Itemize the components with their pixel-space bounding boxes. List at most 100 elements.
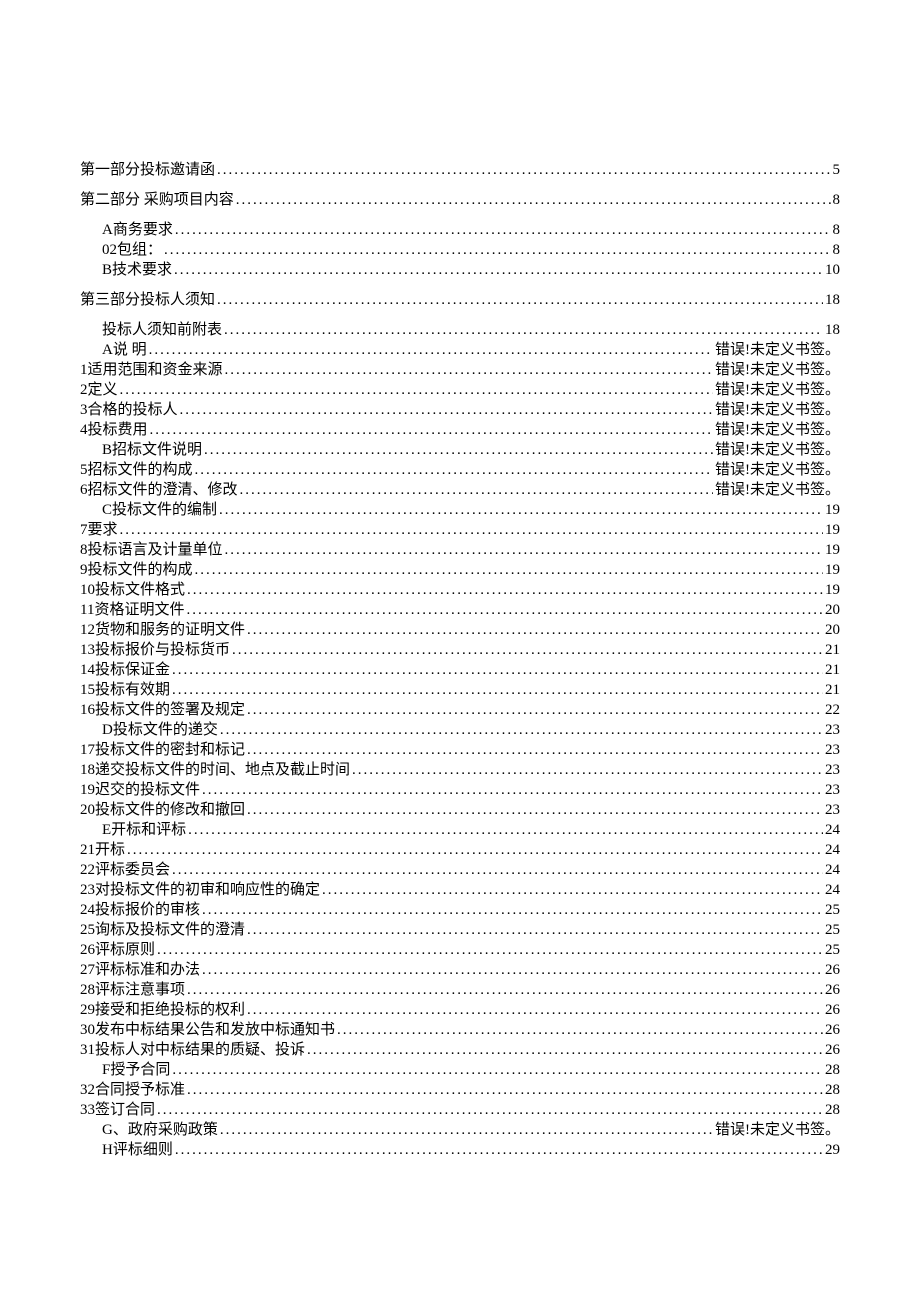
toc-entry[interactable]: 27评标标准和办法26 (80, 960, 840, 980)
toc-page: 19 (825, 560, 840, 580)
toc-leader-dots (225, 540, 823, 560)
toc-leader-dots (172, 1060, 823, 1080)
toc-entry[interactable]: 32合同授予标准28 (80, 1080, 840, 1100)
toc-leader-dots (174, 260, 823, 280)
toc-label: 5招标文件的构成 (80, 460, 193, 480)
toc-label: C投标文件的编制 (102, 500, 217, 520)
toc-leader-dots (352, 760, 823, 780)
toc-leader-dots (220, 720, 823, 740)
toc-entry[interactable]: 12货物和服务的证明文件20 (80, 620, 840, 640)
toc-entry[interactable]: 6招标文件的澄清、修改错误!未定义书签。 (80, 480, 840, 500)
toc-entry[interactable]: B招标文件说明错误!未定义书签。 (80, 440, 840, 460)
toc-label: A商务要求 (102, 220, 173, 240)
toc-entry[interactable]: 投标人须知前附表18 (80, 320, 840, 340)
toc-entry[interactable]: D投标文件的递交23 (80, 720, 840, 740)
toc-page: 20 (825, 600, 840, 620)
toc-leader-dots (204, 440, 713, 460)
toc-leader-dots (247, 620, 823, 640)
toc-label: 9投标文件的构成 (80, 560, 193, 580)
toc-label: 7要求 (80, 520, 118, 540)
toc-leader-dots (187, 1080, 823, 1100)
toc-page: 23 (825, 780, 840, 800)
toc-entry[interactable]: H评标细则29 (80, 1140, 840, 1160)
toc-entry[interactable]: A说 明错误!未定义书签。 (80, 340, 840, 360)
toc-label: A说 明 (102, 340, 147, 360)
toc-page: 29 (825, 1140, 840, 1160)
toc-entry[interactable]: E开标和评标24 (80, 820, 840, 840)
toc-page: 28 (825, 1100, 840, 1120)
toc-entry[interactable]: C投标文件的编制19 (80, 500, 840, 520)
toc-label: 6招标文件的澄清、修改 (80, 480, 238, 500)
toc-entry[interactable]: 1适用范围和资金来源错误!未定义书签。 (80, 360, 840, 380)
toc-leader-dots (247, 800, 823, 820)
toc-label: D投标文件的递交 (102, 720, 218, 740)
toc-entry[interactable]: 31投标人对中标结果的质疑、投诉26 (80, 1040, 840, 1060)
toc-entry[interactable]: 7要求19 (80, 520, 840, 540)
toc-label: 30发布中标结果公告和发放中标通知书 (80, 1020, 335, 1040)
toc-entry[interactable]: 28评标注意事项26 (80, 980, 840, 1000)
toc-label: 26评标原则 (80, 940, 155, 960)
toc-label: B技术要求 (102, 260, 172, 280)
toc-page: 21 (825, 640, 840, 660)
toc-entry[interactable]: 22评标委员会24 (80, 860, 840, 880)
toc-page: 错误!未定义书签。 (715, 360, 840, 380)
toc-leader-dots (175, 220, 831, 240)
toc-page: 23 (825, 800, 840, 820)
toc-entry[interactable]: 5招标文件的构成错误!未定义书签。 (80, 460, 840, 480)
toc-entry[interactable]: 29接受和拒绝投标的权利26 (80, 1000, 840, 1020)
toc-entry[interactable]: 第二部分 采购项目内容8 (80, 190, 840, 210)
toc-label: B招标文件说明 (102, 440, 202, 460)
toc-entry[interactable]: 13投标报价与投标货币21 (80, 640, 840, 660)
toc-entry[interactable]: 第三部分投标人须知18 (80, 290, 840, 310)
toc-leader-dots (149, 340, 713, 360)
toc-label: 第三部分投标人须知 (80, 290, 215, 310)
toc-label: F授予合同 (102, 1060, 170, 1080)
toc-leader-dots (247, 1000, 823, 1020)
toc-page: 5 (833, 160, 841, 180)
toc-entry[interactable]: G、政府采购政策错误!未定义书签。 (80, 1120, 840, 1140)
toc-entry[interactable]: 18递交投标文件的时间、地点及截止时间23 (80, 760, 840, 780)
toc-entry[interactable]: 16投标文件的签署及规定22 (80, 700, 840, 720)
toc-entry[interactable]: 11资格证明文件20 (80, 600, 840, 620)
toc-page: 28 (825, 1060, 840, 1080)
toc-entry[interactable]: 2定义错误!未定义书签。 (80, 380, 840, 400)
toc-page: 24 (825, 820, 840, 840)
toc-entry[interactable]: 21开标24 (80, 840, 840, 860)
toc-leader-dots (202, 900, 823, 920)
toc-entry[interactable]: 26评标原则25 (80, 940, 840, 960)
toc-entry[interactable]: A商务要求8 (80, 220, 840, 240)
toc-leader-dots (225, 360, 713, 380)
toc-entry[interactable]: 第一部分投标邀请函5 (80, 160, 840, 180)
toc-entry[interactable]: 30发布中标结果公告和发放中标通知书26 (80, 1020, 840, 1040)
toc-page: 错误!未定义书签。 (715, 420, 840, 440)
toc-label: 16投标文件的签署及规定 (80, 700, 245, 720)
toc-leader-dots (217, 290, 823, 310)
toc-label: 31投标人对中标结果的质疑、投诉 (80, 1040, 305, 1060)
toc-entry[interactable]: 19迟交的投标文件23 (80, 780, 840, 800)
toc-entry[interactable]: 8投标语言及计量单位19 (80, 540, 840, 560)
toc-entry[interactable]: 33签订合同28 (80, 1100, 840, 1120)
toc-entry[interactable]: 14投标保证金21 (80, 660, 840, 680)
toc-page: 25 (825, 920, 840, 940)
toc-entry[interactable]: 20投标文件的修改和撤回23 (80, 800, 840, 820)
toc-label: 24投标报价的审核 (80, 900, 200, 920)
toc-entry[interactable]: 15投标有效期21 (80, 680, 840, 700)
toc-entry[interactable]: 10投标文件格式19 (80, 580, 840, 600)
toc-entry[interactable]: 25询标及投标文件的澄清25 (80, 920, 840, 940)
toc-page: 24 (825, 840, 840, 860)
toc-entry[interactable]: 02包组：8 (80, 240, 840, 260)
toc-label: 29接受和拒绝投标的权利 (80, 1000, 245, 1020)
toc-entry[interactable]: 4投标费用错误!未定义书签。 (80, 420, 840, 440)
toc-entry[interactable]: 23对投标文件的初审和响应性的确定24 (80, 880, 840, 900)
toc-entry[interactable]: 24投标报价的审核 25 (80, 900, 840, 920)
toc-entry[interactable]: 9投标文件的构成 19 (80, 560, 840, 580)
toc-entry[interactable]: B技术要求10 (80, 260, 840, 280)
toc-page: 25 (825, 900, 840, 920)
toc-page: 8 (833, 240, 841, 260)
toc-entry[interactable]: F授予合同 28 (80, 1060, 840, 1080)
toc-label: 15投标有效期 (80, 680, 170, 700)
toc-leader-dots (202, 960, 823, 980)
toc-entry[interactable]: 3合格的投标人错误!未定义书签。 (80, 400, 840, 420)
toc-entry[interactable]: 17投标文件的密封和标记23 (80, 740, 840, 760)
toc-label: 2定义 (80, 380, 118, 400)
